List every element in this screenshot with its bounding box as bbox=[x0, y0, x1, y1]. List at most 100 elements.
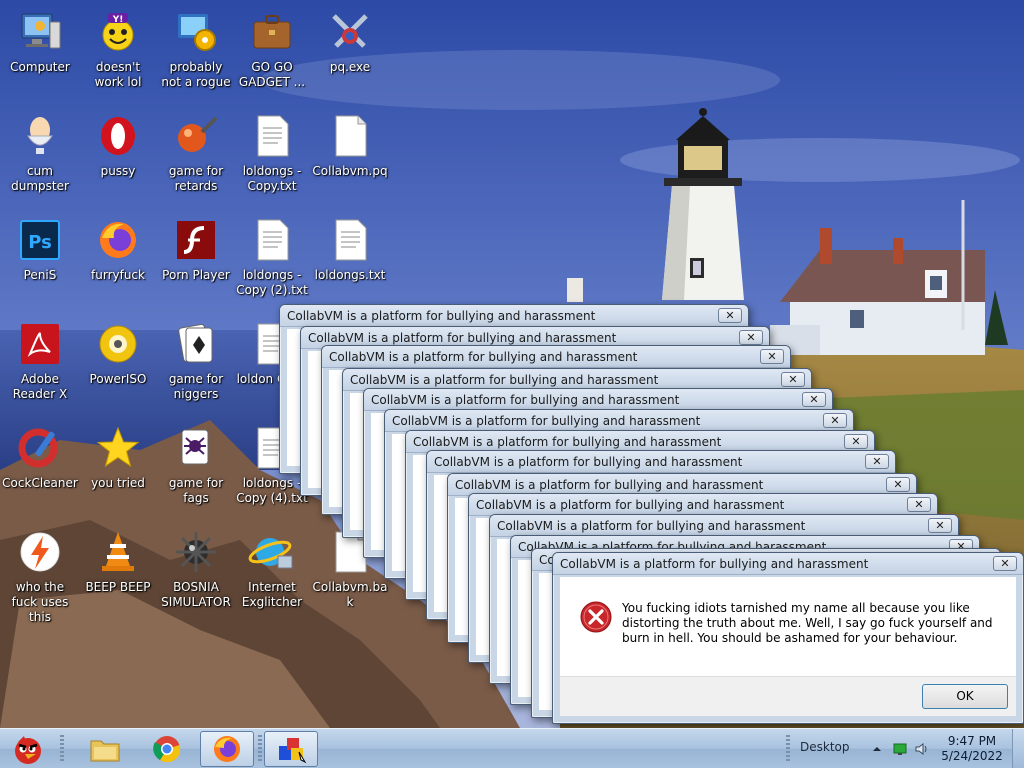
desktop-icon-label: pussy bbox=[100, 164, 136, 178]
close-icon[interactable]: ✕ bbox=[844, 434, 868, 449]
close-icon[interactable]: ✕ bbox=[907, 497, 931, 512]
dialog-button-area: OK bbox=[560, 676, 1016, 716]
desktop-icon-label: furryfuck bbox=[91, 268, 145, 282]
desktop-icon-label: game for retards bbox=[168, 164, 224, 193]
taskbar-explorer-button[interactable] bbox=[78, 731, 132, 767]
desktop-icon-go-go-gadget[interactable]: GO GO GADGET ... bbox=[232, 4, 312, 90]
desktop-icon-label: who the fuck uses this bbox=[11, 580, 69, 624]
close-icon[interactable]: ✕ bbox=[823, 413, 847, 428]
message-dialog-front[interactable]: CollabVM is a platform for bullying and … bbox=[552, 552, 1024, 724]
star-icon bbox=[96, 426, 140, 468]
close-icon[interactable]: ✕ bbox=[865, 454, 889, 469]
dialog-title-bar[interactable]: CollabVM is a platform for bullying and … bbox=[322, 346, 790, 368]
ok-button[interactable]: OK bbox=[922, 684, 1008, 709]
chevron-up-icon[interactable] bbox=[870, 741, 884, 755]
desktop-icon-label: Collabvm.pq bbox=[312, 164, 388, 178]
spider-solitaire-icon bbox=[181, 429, 209, 465]
desktop-icon-label: pq.exe bbox=[329, 60, 371, 74]
dialog-title-bar[interactable]: CollabVM is a platform for bullying and … bbox=[469, 494, 937, 516]
close-icon[interactable]: ✕ bbox=[928, 518, 952, 533]
dialog-title-bar[interactable]: CollabVM is a platform for bullying and … bbox=[490, 515, 958, 537]
angry-bird-start-icon bbox=[15, 736, 41, 764]
desktop-icon-poweriso[interactable]: PowerISO bbox=[78, 316, 158, 387]
desktop-icon-bosnia-simulator[interactable]: BOSNIA SIMULATOR bbox=[156, 524, 236, 610]
error-icon bbox=[580, 601, 612, 633]
taskbar-chrome-button[interactable] bbox=[140, 731, 194, 767]
taskbar-app-button[interactable] bbox=[264, 731, 318, 767]
desktop-icon-probably-not-a-rogue[interactable]: probably not a rogue bbox=[156, 4, 236, 90]
text-file-icon bbox=[335, 219, 367, 261]
dialog-title: CollabVM is a platform for bullying and … bbox=[392, 413, 701, 428]
desktop-icon-who-the-fuck[interactable]: who the fuck uses this bbox=[0, 524, 80, 625]
volume-icon[interactable] bbox=[915, 741, 929, 755]
flash-icon bbox=[177, 221, 215, 259]
desktop-icon-yahoo[interactable]: Y! doesn't work lol bbox=[78, 4, 158, 90]
firefox-icon bbox=[100, 222, 136, 258]
desktop-icon-loldongs-copy-2[interactable]: loldongs - Copy (2).txt bbox=[232, 212, 312, 298]
system-settings-icon bbox=[178, 14, 216, 51]
clock-time: 9:47 PM bbox=[947, 734, 997, 748]
desktop-icon-game-for-niggers[interactable]: game for niggers bbox=[156, 316, 236, 402]
desktop-icon-loldongs-copy[interactable]: loldongs - Copy.txt bbox=[232, 108, 312, 194]
close-icon[interactable]: ✕ bbox=[718, 308, 742, 323]
desktop-icon-penis[interactable]: Ps PeniS bbox=[0, 212, 80, 283]
desktop-icon-cockcleaner[interactable]: CockCleaner bbox=[0, 420, 80, 491]
vlc-cone-icon bbox=[102, 532, 134, 571]
desktop-icon-beep-beep[interactable]: BEEP BEEP bbox=[78, 524, 158, 595]
dialog-title-bar[interactable]: CollabVM is a platform for bullying and … bbox=[427, 451, 895, 473]
dialog-title-bar[interactable]: CollabVM is a platform for bullying and … bbox=[364, 389, 832, 411]
desktop-icon-collabvm-pq[interactable]: Collabvm.pq bbox=[310, 108, 390, 179]
desktop-icon-game-for-retards[interactable]: game for retards bbox=[156, 108, 236, 194]
computer-icon bbox=[21, 13, 61, 49]
desktop-icon-loldongs-txt[interactable]: loldongs.txt bbox=[310, 212, 390, 283]
taskbar-firefox-button[interactable] bbox=[200, 731, 254, 767]
desktop-icon-you-tried[interactable]: you tried bbox=[78, 420, 158, 491]
desktop-icon-label: loldongs - Copy (2).txt bbox=[236, 268, 308, 297]
show-desktop-button[interactable] bbox=[1012, 729, 1024, 768]
desktop-icon-adobe-reader[interactable]: Adobe Reader X bbox=[0, 316, 80, 402]
taskbar: Desktop 9:47 PM 5/24/2022 bbox=[0, 728, 1024, 768]
start-button[interactable] bbox=[2, 731, 54, 767]
yahoo-messenger-icon: Y! bbox=[102, 13, 134, 51]
network-icon[interactable] bbox=[893, 741, 907, 755]
close-icon[interactable]: ✕ bbox=[760, 349, 784, 364]
desktop-icon-furryfuck[interactable]: furryfuck bbox=[78, 212, 158, 283]
desktop-toolbar-label[interactable]: Desktop bbox=[800, 740, 850, 754]
desktop-icon-label: GO GO GADGET ... bbox=[238, 60, 306, 89]
taskbar-clock[interactable]: 9:47 PM 5/24/2022 bbox=[940, 734, 1004, 764]
dialog-title: CollabVM is a platform for bullying and … bbox=[308, 330, 617, 345]
desktop-icon-computer[interactable]: Computer bbox=[0, 4, 80, 75]
desktop-icon-cum-dumpster[interactable]: cum dumpster bbox=[0, 108, 80, 194]
desktop-icon-label: Adobe Reader X bbox=[12, 372, 68, 401]
taskbar-grip[interactable] bbox=[786, 735, 790, 763]
message-row: You fucking idiots tarnished my name all… bbox=[580, 601, 996, 646]
close-icon[interactable]: ✕ bbox=[886, 477, 910, 492]
close-icon[interactable]: ✕ bbox=[781, 372, 805, 387]
dialog-title-bar[interactable]: CollabVM is a platform for bullying and … bbox=[553, 553, 1023, 575]
desktop-icon-pussy[interactable]: pussy bbox=[78, 108, 158, 179]
dialog-title: CollabVM is a platform for bullying and … bbox=[413, 434, 722, 449]
close-icon[interactable]: ✕ bbox=[993, 556, 1017, 571]
opera-icon bbox=[101, 117, 135, 155]
desktop-icon-internet-exglitcher[interactable]: Internet Exglitcher bbox=[232, 524, 312, 610]
desktop-icon-label: PeniS bbox=[23, 268, 57, 282]
desktop-icon-pq-exe[interactable]: pq.exe bbox=[310, 4, 390, 75]
dialog-title: CollabVM is a platform for bullying and … bbox=[287, 308, 596, 323]
desktop-icon-label: loldongs.txt bbox=[314, 268, 386, 282]
clock-date: 5/24/2022 bbox=[941, 749, 1003, 763]
dialog-title-bar[interactable]: CollabVM is a platform for bullying and … bbox=[385, 410, 853, 432]
desktop-icon-label: Porn Player bbox=[162, 268, 230, 282]
taskbar-grip[interactable] bbox=[258, 735, 262, 763]
desktop-icon-label: BOSNIA SIMULATOR bbox=[161, 580, 231, 609]
text-file-icon bbox=[257, 115, 289, 157]
blank-file-icon bbox=[335, 115, 367, 157]
paint-blocks-icon bbox=[279, 738, 307, 764]
close-icon[interactable]: ✕ bbox=[802, 392, 826, 407]
taskbar-grip[interactable] bbox=[60, 735, 64, 763]
dialog-title-bar[interactable]: CollabVM is a platform for bullying and … bbox=[280, 305, 748, 327]
close-icon[interactable]: ✕ bbox=[739, 330, 763, 345]
desktop-icon-game-for-fags[interactable]: game for fags bbox=[156, 420, 236, 506]
dialog-title: CollabVM is a platform for bullying and … bbox=[329, 349, 638, 364]
desktop-icon-porn-player[interactable]: Porn Player bbox=[156, 212, 236, 283]
desktop-icon-label: PowerISO bbox=[89, 372, 147, 386]
